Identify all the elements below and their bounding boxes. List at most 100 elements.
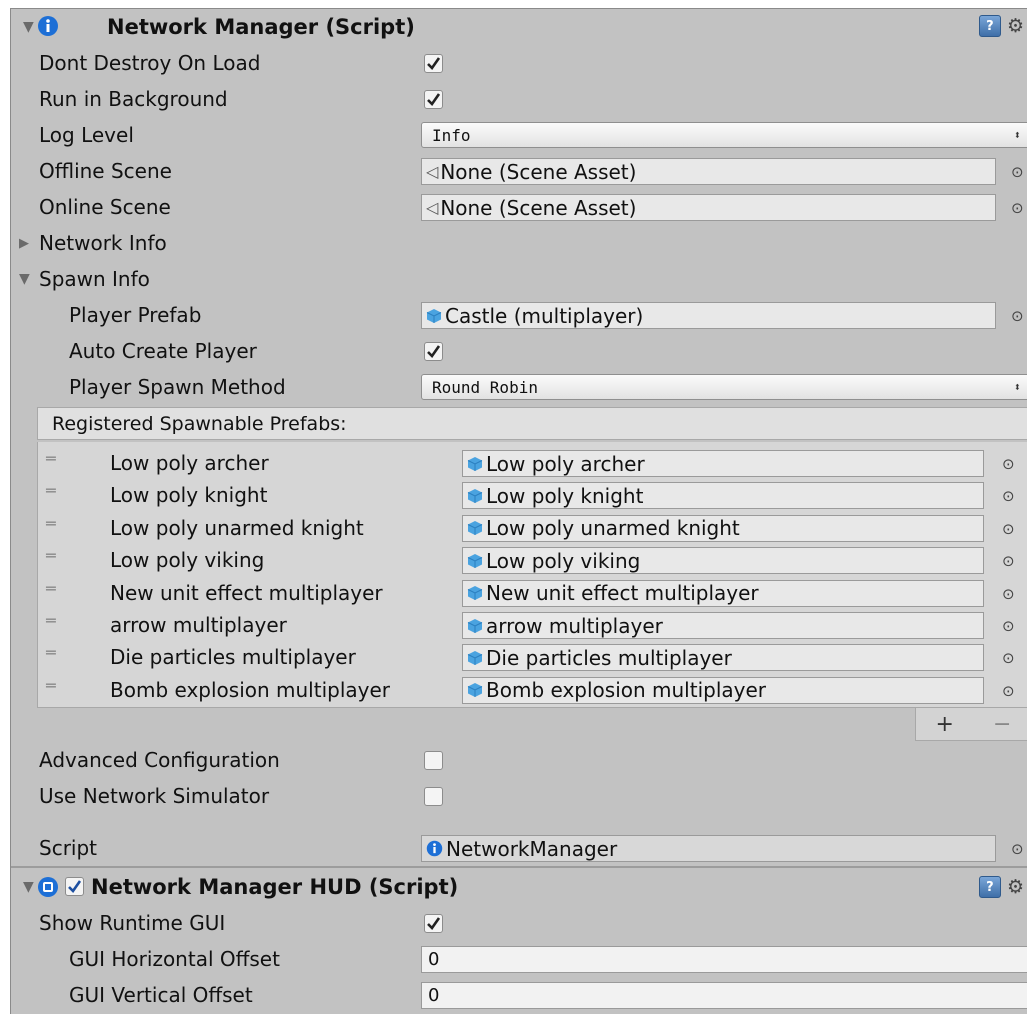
list-item[interactable]: ═ Low poly archer Low poly archer ⊙ xyxy=(38,448,1027,480)
prefab-object-field[interactable]: Low poly viking xyxy=(462,547,984,575)
field-label: GUI Horizontal Offset xyxy=(69,947,280,971)
object-picker-icon[interactable]: ⊙ xyxy=(1002,487,1015,505)
list-item[interactable]: ═ Low poly viking Low poly viking ⊙ xyxy=(38,545,1027,577)
drag-handle-icon[interactable]: ═ xyxy=(46,515,64,531)
object-picker-icon[interactable]: ⊙ xyxy=(1011,163,1024,181)
list-item[interactable]: ═ Low poly unarmed knight Low poly unarmed… xyxy=(38,513,1027,545)
prefab-object-field[interactable]: Low poly archer xyxy=(462,450,984,477)
h-offset-input[interactable]: 0 xyxy=(421,946,1027,973)
object-picker-icon[interactable]: ⊙ xyxy=(1002,585,1015,603)
spawn-info-foldout[interactable]: ▼ Spawn Info xyxy=(11,261,1027,297)
drag-handle-icon[interactable]: ═ xyxy=(46,677,64,693)
dropdown-value: Round Robin xyxy=(432,377,538,397)
foldout-arrow-icon[interactable]: ▼ xyxy=(23,879,34,895)
foldout-closed-icon[interactable]: ▶ xyxy=(19,236,29,251)
field-label: Offline Scene xyxy=(39,159,172,183)
drag-handle-icon[interactable]: ═ xyxy=(46,451,64,467)
auto-create-checkbox[interactable] xyxy=(424,342,443,361)
advanced-config-checkbox[interactable] xyxy=(424,751,443,770)
drag-handle-icon[interactable]: ═ xyxy=(46,580,64,596)
player-prefab-row: Player Prefab Castle (multiplayer) ⊙ xyxy=(11,297,1027,333)
scene-asset-icon: ◁ xyxy=(426,198,439,217)
field-value: None (Scene Asset) xyxy=(440,195,637,220)
prefab-element-label: Die particles multiplayer xyxy=(110,645,356,670)
v-offset-row: GUI Vertical Offset 0 xyxy=(11,977,1027,1013)
v-offset-input[interactable]: 0 xyxy=(421,982,1027,1009)
prefab-object-field[interactable]: New unit effect multiplayer xyxy=(462,579,984,607)
prefab-object-field[interactable]: arrow multiplayer xyxy=(462,612,984,639)
add-item-button[interactable]: + xyxy=(936,712,954,737)
list-item[interactable]: ═ New unit effect multiplayer New unit eff… xyxy=(38,578,1027,610)
help-icon[interactable]: ? xyxy=(978,15,1001,37)
prefab-cube-icon xyxy=(467,618,483,633)
show-gui-checkbox[interactable] xyxy=(424,914,443,933)
foldout-label: Spawn Info xyxy=(39,267,150,291)
prefab-element-label: Low poly archer xyxy=(110,451,269,475)
object-picker-icon[interactable]: ⊙ xyxy=(1011,307,1024,325)
object-picker-icon[interactable]: ⊙ xyxy=(1002,617,1015,635)
list-header-label: Registered Spawnable Prefabs: xyxy=(52,412,347,435)
prefab-object-field[interactable]: Low poly unarmed knight xyxy=(462,514,984,542)
component-header-network-manager[interactable]: ▼ Network Manager (Script) ? ⚙ xyxy=(11,9,1027,45)
network-info-foldout[interactable]: ▶ Network Info xyxy=(11,225,1027,261)
gear-icon[interactable]: ⚙ xyxy=(1007,876,1024,898)
field-label: Advanced Configuration xyxy=(39,748,280,772)
run-bg-checkbox[interactable] xyxy=(424,90,443,109)
foldout-open-icon[interactable]: ▼ xyxy=(19,271,30,287)
dont-destroy-row: Dont Destroy On Load xyxy=(11,45,1027,81)
field-label: Use Network Simulator xyxy=(39,784,270,808)
online-scene-field[interactable]: ◁ None (Scene Asset) xyxy=(421,194,996,221)
foldout-arrow-icon[interactable]: ▼ xyxy=(23,19,34,35)
checkmark-icon xyxy=(427,57,441,71)
object-picker-icon[interactable]: ⊙ xyxy=(1011,199,1024,217)
object-picker-icon[interactable]: ⊙ xyxy=(1002,649,1015,667)
field-label: Script xyxy=(39,836,98,860)
scene-asset-icon: ◁ xyxy=(426,162,439,181)
help-icon[interactable]: ? xyxy=(978,876,1001,898)
field-value: Low poly knight xyxy=(486,483,644,508)
dont-destroy-checkbox[interactable] xyxy=(424,54,443,73)
network-simulator-row: Use Network Simulator xyxy=(11,778,1027,814)
field-label: Run in Background xyxy=(39,87,228,111)
field-value: None (Scene Asset) xyxy=(440,159,637,184)
prefab-object-field[interactable]: Bomb explosion multiplayer xyxy=(462,676,984,704)
run-bg-row: Run in Background xyxy=(11,81,1027,117)
log-level-dropdown[interactable]: Info ⬍ xyxy=(421,122,1027,148)
drag-handle-icon[interactable]: ═ xyxy=(46,483,64,499)
checkmark-icon xyxy=(427,917,441,931)
gear-icon[interactable]: ⚙ xyxy=(1007,15,1024,37)
spawn-method-dropdown[interactable]: Round Robin ⬍ xyxy=(421,374,1027,400)
component-divider xyxy=(11,866,1027,868)
script-field[interactable]: NetworkManager xyxy=(421,835,996,862)
object-picker-icon[interactable]: ⊙ xyxy=(1002,455,1015,473)
list-item[interactable]: ═ Die particles multiplayer Die particles … xyxy=(38,642,1027,674)
component-script-icon xyxy=(38,877,58,897)
drag-handle-icon[interactable]: ═ xyxy=(46,548,64,564)
object-picker-icon[interactable]: ⊙ xyxy=(1002,552,1015,570)
player-prefab-field[interactable]: Castle (multiplayer) xyxy=(421,302,996,329)
offline-scene-field[interactable]: ◁ None (Scene Asset) xyxy=(421,158,996,185)
list-item[interactable]: ═ Low poly knight Low poly knight ⊙ xyxy=(38,480,1027,512)
prefab-cube-icon xyxy=(467,456,483,471)
dropdown-value: Info xyxy=(432,125,471,145)
prefab-object-field[interactable]: Die particles multiplayer xyxy=(462,644,984,672)
drag-handle-icon[interactable]: ═ xyxy=(46,645,64,661)
prefab-element-label: Low poly viking xyxy=(110,548,265,573)
object-picker-icon[interactable]: ⊙ xyxy=(1002,682,1015,700)
registered-prefabs-header: Registered Spawnable Prefabs: xyxy=(37,407,1027,440)
field-label: Player Spawn Method xyxy=(69,375,286,399)
prefab-object-field[interactable]: Low poly knight xyxy=(462,482,984,510)
list-item[interactable]: ═ arrow multiplayer arrow multiplayer ⊙ xyxy=(38,610,1027,642)
object-picker-icon[interactable]: ⊙ xyxy=(1002,520,1015,538)
component-enabled-checkbox[interactable] xyxy=(65,877,84,896)
remove-item-button[interactable]: − xyxy=(993,712,1011,737)
prefab-element-label: Low poly unarmed knight xyxy=(110,515,364,540)
list-item[interactable]: ═ Bomb explosion multiplayer Bomb explosio… xyxy=(38,675,1027,707)
network-simulator-checkbox[interactable] xyxy=(424,787,443,806)
drag-handle-icon[interactable]: ═ xyxy=(46,613,64,629)
component-header-network-hud[interactable]: ▼ Network Manager HUD (Script) ? ⚙ xyxy=(11,869,1027,905)
checkmark-icon xyxy=(427,93,441,107)
object-picker-icon[interactable]: ⊙ xyxy=(1011,840,1024,858)
registered-prefabs-list: ═ Low poly archer Low poly archer ⊙ ═ Low pol… xyxy=(37,442,1027,708)
field-label: Log Level xyxy=(39,123,134,147)
